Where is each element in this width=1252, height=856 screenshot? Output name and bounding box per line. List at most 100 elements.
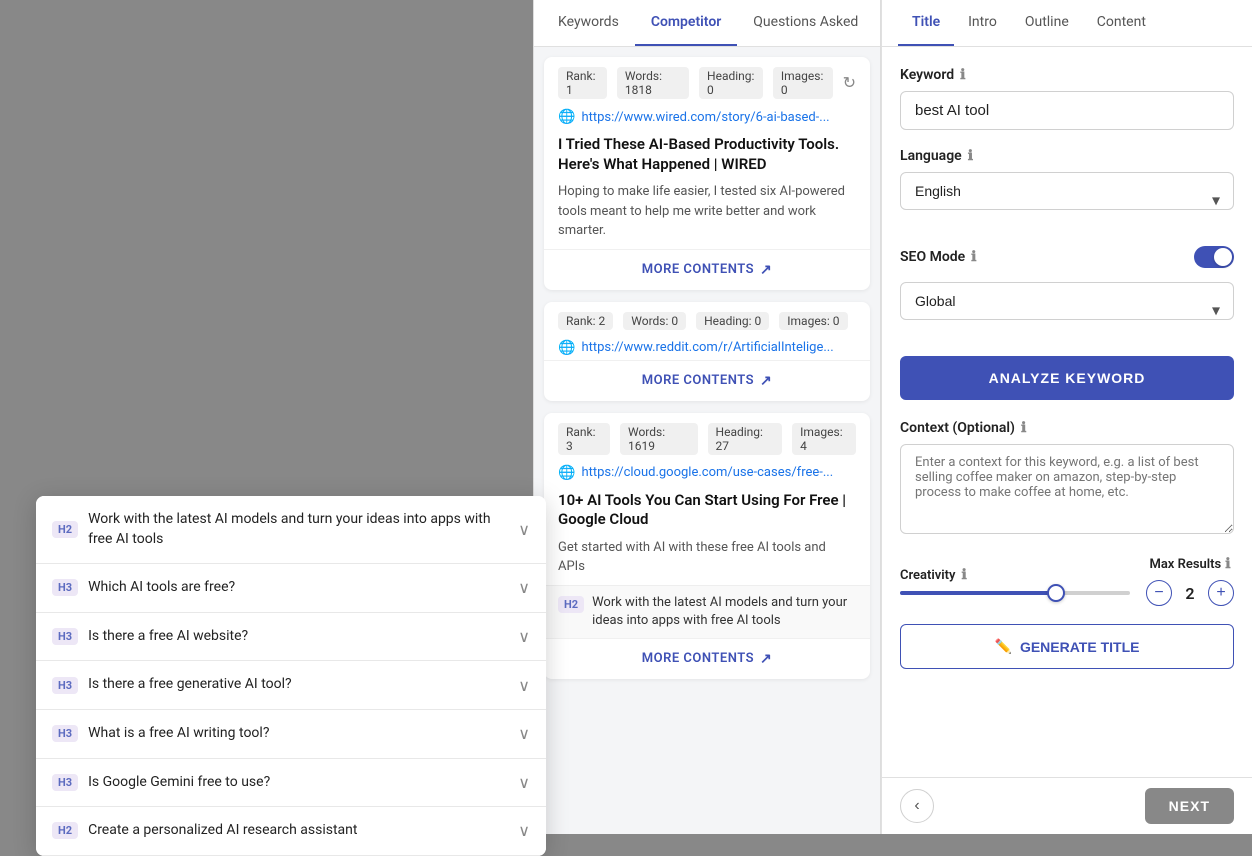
card-2-images: Images: 0	[779, 312, 847, 330]
heading-badge-6: H2	[52, 822, 78, 839]
card-1-more-contents[interactable]: MORE CONTENTS ↗	[544, 249, 870, 290]
increment-button[interactable]: +	[1208, 580, 1234, 606]
language-info-icon[interactable]: ℹ	[968, 148, 973, 164]
accordion-title-4: What is a free AI writing tool?	[88, 724, 510, 744]
h2-text-3: Work with the latest AI models and turn …	[592, 594, 856, 630]
card-2-meta: Rank: 2 Words: 0 Heading: 0 Images: 0	[544, 302, 870, 336]
seo-mode-toggle[interactable]	[1194, 246, 1234, 268]
toggle-knob	[1214, 248, 1232, 266]
seo-mode-info-icon[interactable]: ℹ	[971, 249, 976, 265]
slider-thumb	[1047, 584, 1065, 602]
chevron-icon-1: ∨	[518, 578, 530, 597]
accordion-item-2: H3 Is there a free AI website? ∨	[36, 613, 546, 662]
card-1-desc: Hoping to make life easier, I tested six…	[544, 178, 870, 249]
arrow-icon-1: ↗	[760, 262, 772, 278]
middle-panel: Keywords Competitor Questions Asked Rank…	[533, 0, 881, 834]
globe-icon-3: 🌐	[558, 465, 575, 481]
chevron-icon-3: ∨	[518, 676, 530, 695]
accordion-title-6: Create a personalized AI research assist…	[88, 821, 510, 841]
max-results-info-icon[interactable]: ℹ	[1225, 556, 1230, 572]
card-3-images: Images: 4	[792, 423, 856, 455]
right-content: Keyword ℹ Language ℹ English Spanish Fre…	[882, 47, 1252, 777]
keyword-input[interactable]	[900, 91, 1234, 130]
heading-badge-2: H3	[52, 628, 78, 645]
chevron-icon-2: ∨	[518, 627, 530, 646]
decrement-button[interactable]: −	[1146, 580, 1172, 606]
language-select-wrapper: English Spanish French German Chinese ▾	[900, 172, 1234, 228]
card-1-url[interactable]: 🌐 https://www.wired.com/story/6-ai-based…	[544, 105, 870, 129]
card-3-h2-snippet: H2 Work with the latest AI models and tu…	[544, 585, 870, 638]
accordion-header-6[interactable]: H2 Create a personalized AI research ass…	[36, 807, 546, 855]
accordion-header-5[interactable]: H3 Is Google Gemini free to use? ∨	[36, 759, 546, 807]
creativity-max-row: Creativity ℹ Max Results ℹ − 2 +	[900, 556, 1234, 606]
card-2-url[interactable]: 🌐 https://www.reddit.com/r/ArtificialInt…	[544, 336, 870, 360]
seo-mode-row: SEO Mode ℹ	[900, 246, 1234, 268]
right-footer: ‹ NEXT	[882, 777, 1252, 834]
tab-competitor[interactable]: Competitor	[635, 0, 737, 46]
tab-content[interactable]: Content	[1083, 0, 1160, 46]
tab-outline[interactable]: Outline	[1011, 0, 1083, 46]
context-info-icon[interactable]: ℹ	[1021, 420, 1026, 436]
card-2-more-contents[interactable]: MORE CONTENTS ↗	[544, 360, 870, 401]
card-3-title: 10+ AI Tools You Can Start Using For Fre…	[544, 485, 870, 534]
card-1-refresh-button[interactable]: ↻	[843, 73, 856, 93]
card-1-words: Words: 1818	[617, 67, 689, 99]
chevron-icon-5: ∨	[518, 773, 530, 792]
competitor-card-3: Rank: 3 Words: 1619 Heading: 27 Images: …	[544, 413, 870, 679]
card-3-meta: Rank: 3 Words: 1619 Heading: 27 Images: …	[544, 413, 870, 461]
heading-badge-0: H2	[52, 521, 78, 538]
card-3-heading: Heading: 27	[708, 423, 783, 455]
accordion-header-4[interactable]: H3 What is a free AI writing tool? ∨	[36, 710, 546, 758]
tab-questions-asked[interactable]: Questions Asked	[737, 0, 874, 46]
context-label: Context (Optional) ℹ	[900, 420, 1234, 436]
right-tabs-bar: Title Intro Outline Content	[882, 0, 1252, 47]
card-3-more-contents[interactable]: MORE CONTENTS ↗	[544, 638, 870, 679]
card-1-title: I Tried These AI-Based Productivity Tool…	[544, 129, 870, 178]
next-button[interactable]: NEXT	[1145, 788, 1234, 824]
accordion-header-1[interactable]: H3 Which AI tools are free? ∨	[36, 564, 546, 612]
geo-select-wrapper: Global United States United Kingdom Aust…	[900, 282, 1234, 338]
card-3-url[interactable]: 🌐 https://cloud.google.com/use-cases/fre…	[544, 461, 870, 485]
accordion-header-0[interactable]: H2 Work with the latest AI models and tu…	[36, 496, 546, 563]
middle-scroll[interactable]: Rank: 1 Words: 1818 Heading: 0 Images: 0…	[534, 47, 880, 831]
card-3-words: Words: 1619	[620, 423, 698, 455]
accordion-title-0: Work with the latest AI models and turn …	[88, 510, 510, 549]
back-arrow-button[interactable]: ‹	[900, 789, 934, 823]
tab-keywords[interactable]: Keywords	[542, 0, 635, 46]
creativity-slider[interactable]	[900, 591, 1130, 595]
h2-badge-3: H2	[558, 596, 584, 613]
accordion-title-5: Is Google Gemini free to use?	[88, 773, 510, 793]
geo-select[interactable]: Global United States United Kingdom Aust…	[900, 282, 1234, 320]
right-panel: Title Intro Outline Content Keyword ℹ La…	[881, 0, 1252, 834]
heading-badge-4: H3	[52, 725, 78, 742]
analyze-keyword-button[interactable]: ANALYZE KEYWORD	[900, 356, 1234, 400]
heading-badge-3: H3	[52, 677, 78, 694]
globe-icon-2: 🌐	[558, 340, 575, 356]
accordion-header-2[interactable]: H3 Is there a free AI website? ∨	[36, 613, 546, 661]
heading-badge-1: H3	[52, 579, 78, 596]
accordion-item-5: H3 Is Google Gemini free to use? ∨	[36, 759, 546, 808]
accordion-item-6: H2 Create a personalized AI research ass…	[36, 807, 546, 856]
tab-intro[interactable]: Intro	[954, 0, 1011, 46]
accordion-item-4: H3 What is a free AI writing tool? ∨	[36, 710, 546, 759]
max-results-stepper: − 2 +	[1146, 580, 1234, 606]
card-3-rank: Rank: 3	[558, 423, 610, 455]
card-1-heading: Heading: 0	[699, 67, 763, 99]
keyword-label: Keyword ℹ	[900, 67, 1234, 83]
context-textarea[interactable]	[900, 444, 1234, 534]
tab-title[interactable]: Title	[898, 0, 954, 46]
arrow-icon-2: ↗	[760, 373, 772, 389]
middle-tabs-bar: Keywords Competitor Questions Asked	[534, 0, 880, 47]
card-2-heading: Heading: 0	[696, 312, 769, 330]
generate-title-button[interactable]: ✏️ GENERATE TITLE	[900, 624, 1234, 669]
language-select[interactable]: English Spanish French German Chinese	[900, 172, 1234, 210]
creativity-info-icon[interactable]: ℹ	[962, 567, 967, 583]
accordion-item-0: H2 Work with the latest AI models and tu…	[36, 496, 546, 564]
card-1-images: Images: 0	[773, 67, 833, 99]
pencil-icon: ✏️	[995, 638, 1012, 655]
card-1-meta: Rank: 1 Words: 1818 Heading: 0 Images: 0…	[544, 57, 870, 105]
accordion-header-3[interactable]: H3 Is there a free generative AI tool? ∨	[36, 661, 546, 709]
chevron-icon-4: ∨	[518, 724, 530, 743]
keyword-info-icon[interactable]: ℹ	[960, 67, 965, 83]
card-2-words: Words: 0	[623, 312, 686, 330]
